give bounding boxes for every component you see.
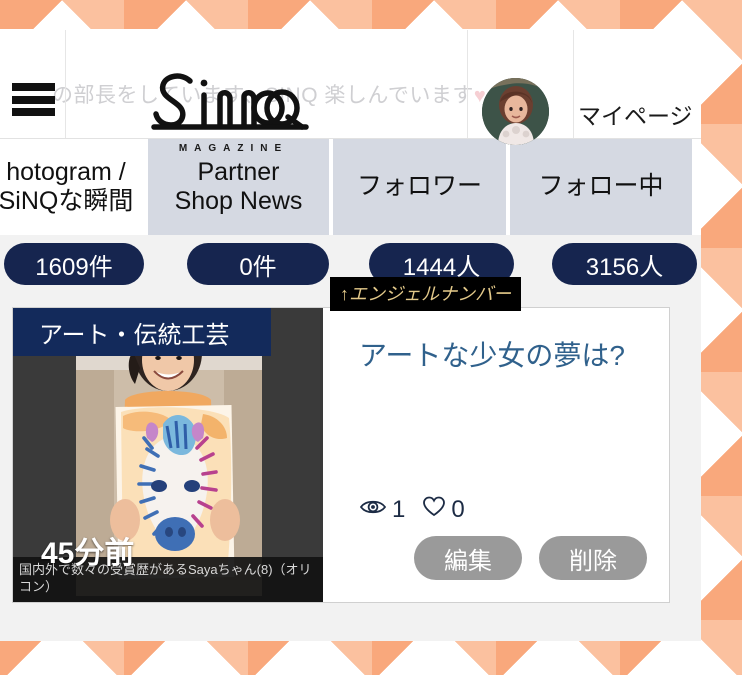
desktop-background: の部長をしています、SINQ 楽しんでいます♥ MAGAZINE マイページ h…	[0, 0, 742, 675]
tab-label-line2: SiNQな瞬間	[0, 187, 134, 215]
view-count-group: 1	[359, 496, 405, 524]
delete-button[interactable]: 削除	[539, 536, 647, 580]
hamburger-bar	[12, 108, 55, 116]
count-badge-posts[interactable]: 1609件	[4, 243, 144, 285]
header-divider	[467, 30, 468, 138]
post-category-tag: アート・伝統工芸	[13, 308, 271, 356]
site-logo[interactable]: MAGAZINE	[130, 67, 330, 154]
hamburger-bar	[12, 83, 55, 91]
angel-number-tooltip: ↑エンジェルナンバー	[330, 277, 521, 311]
tab-following[interactable]: フォロー中	[510, 139, 692, 235]
tab-followers[interactable]: フォロワー	[333, 139, 510, 235]
heart-icon	[422, 496, 446, 524]
tab-label-line1: Partner	[197, 157, 280, 186]
post-actions: 編集 削除	[414, 536, 647, 580]
logo-subtitle: MAGAZINE	[178, 143, 289, 154]
post-title[interactable]: アートな少女の夢は?	[359, 336, 645, 376]
like-count-group: 0	[422, 496, 465, 524]
tab-photogram-sinq-moments[interactable]: hotogram / SiNQな瞬間	[0, 139, 148, 235]
hamburger-menu-icon[interactable]	[12, 83, 55, 116]
post-stats: 1 0	[359, 496, 465, 524]
header-divider	[573, 30, 574, 138]
eye-icon	[359, 496, 387, 524]
tab-bar: hotogram / SiNQな瞬間 Partner Shop News フォロ…	[0, 139, 701, 235]
tab-label-line1: フォロワー	[356, 172, 482, 201]
edit-button[interactable]: 編集	[414, 536, 522, 580]
count-badge-shop-news[interactable]: 0件	[187, 243, 329, 285]
tab-label-line2: Shop News	[174, 187, 303, 215]
user-avatar[interactable]	[482, 78, 549, 145]
count-badge-row: 1609件 0件 1444人 3156人 ↑エンジェルナンバー	[0, 235, 701, 311]
tab-label-line1: フォロー中	[538, 172, 664, 201]
count-badge-following[interactable]: 3156人	[552, 243, 697, 285]
like-count: 0	[451, 496, 465, 523]
browser-viewport: の部長をしています、SINQ 楽しんでいます♥ MAGAZINE マイページ h…	[0, 29, 701, 641]
post-card: アート・伝統工芸 国内外で数々の受賞歴があるSayaちゃん(8)（オリコン） 4…	[12, 307, 670, 603]
tab-label-line1: hotogram /	[6, 157, 126, 186]
post-time-ago: 45分前	[41, 537, 135, 570]
header-divider	[65, 30, 66, 138]
site-header: の部長をしています、SINQ 楽しんでいます♥ MAGAZINE マイページ	[0, 29, 701, 154]
hamburger-bar	[12, 95, 55, 104]
view-count: 1	[392, 496, 406, 523]
post-thumbnail[interactable]: アート・伝統工芸 国内外で数々の受賞歴があるSayaちゃん(8)（オリコン） 4…	[13, 308, 323, 602]
mypage-link[interactable]: マイページ	[578, 97, 693, 131]
logo-wordmark-icon	[130, 67, 330, 138]
post-details: アートな少女の夢は? 1 0 編集 削除	[323, 308, 669, 602]
